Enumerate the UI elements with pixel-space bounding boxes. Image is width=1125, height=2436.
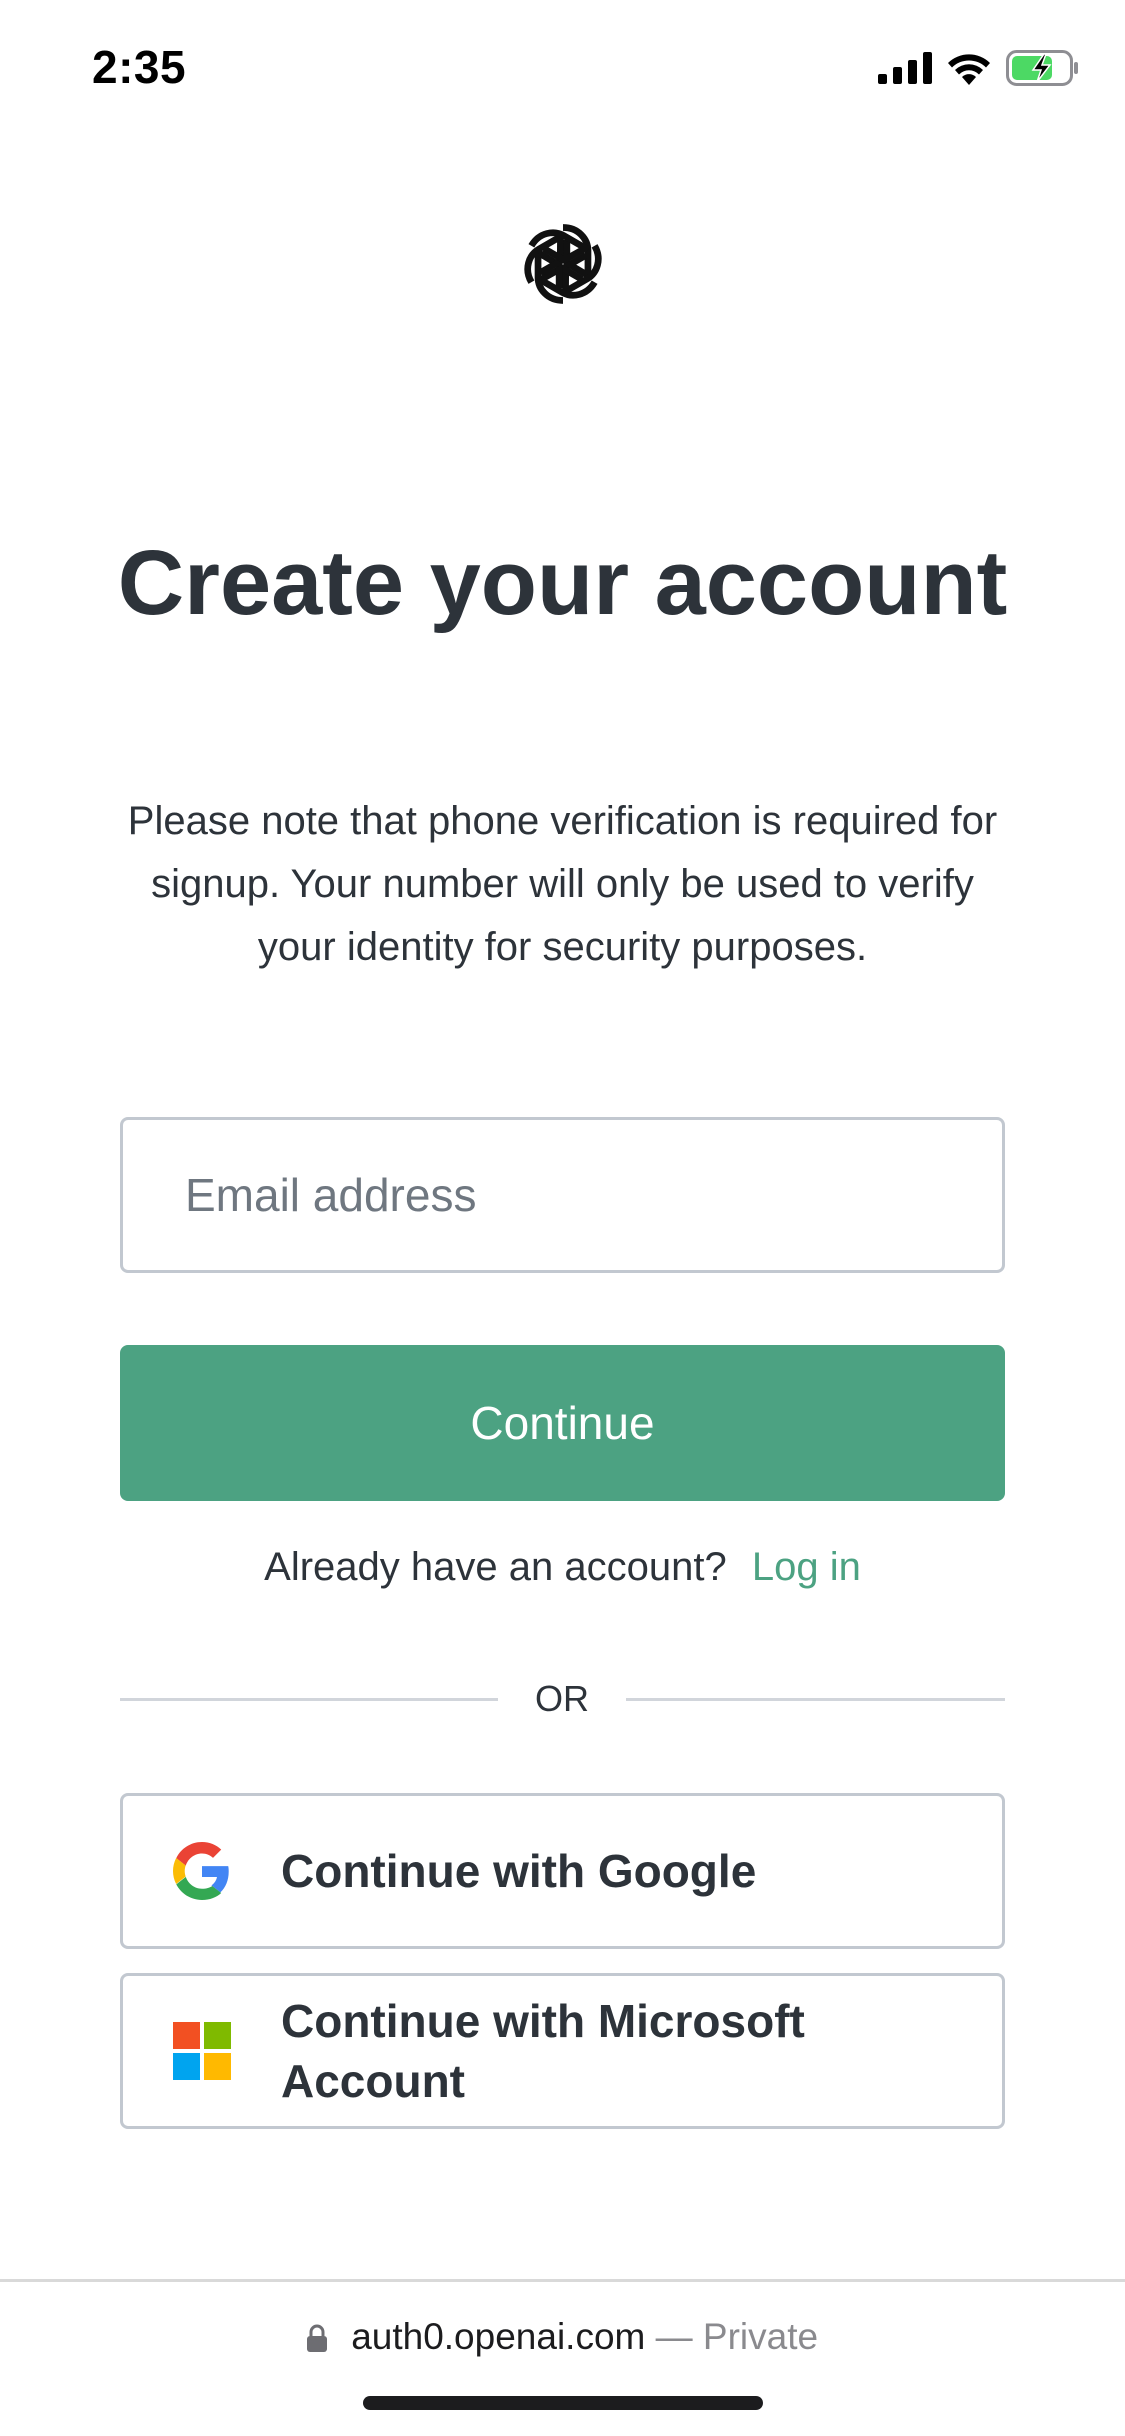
microsoft-signin-label: Continue with Microsoft Account <box>281 1995 805 2107</box>
signup-screen: 2:35 Create your account Please note tha… <box>0 0 1125 2436</box>
divider-left <box>120 1698 498 1701</box>
page-title: Create your account <box>117 532 1008 634</box>
login-prompt: Already have an account? Log in <box>0 1545 1125 1590</box>
openai-logo-icon <box>524 224 602 304</box>
home-indicator[interactable] <box>363 2396 763 2410</box>
signal-icon <box>878 52 932 84</box>
browser-bar-separator <box>0 2279 1125 2282</box>
login-prompt-text: Already have an account? <box>264 1545 727 1589</box>
private-label: — Private <box>655 2316 819 2357</box>
page-subtitle: Please note that phone verification is r… <box>127 799 998 969</box>
url-domain: auth0.openai.com <box>351 2316 646 2357</box>
microsoft-signin-button[interactable]: Continue with Microsoft Account <box>120 1973 1005 2129</box>
status-icons <box>878 46 1080 90</box>
login-link[interactable]: Log in <box>752 1545 861 1589</box>
email-field[interactable] <box>120 1117 1005 1273</box>
browser-url-bar[interactable]: auth0.openai.com — Private <box>0 2316 1125 2358</box>
google-signin-button[interactable]: Continue with Google <box>120 1793 1005 1949</box>
lock-icon <box>306 2324 327 2352</box>
google-icon <box>173 1842 229 1900</box>
microsoft-icon <box>173 2022 231 2080</box>
continue-button[interactable]: Continue <box>120 1345 1005 1501</box>
status-time: 2:35 <box>92 41 187 93</box>
divider-label: OR <box>535 1678 589 1719</box>
battery-charging-icon <box>1006 50 1078 86</box>
wifi-icon <box>948 54 990 85</box>
google-signin-label: Continue with Google <box>281 1845 757 1897</box>
divider-right <box>626 1698 1005 1701</box>
